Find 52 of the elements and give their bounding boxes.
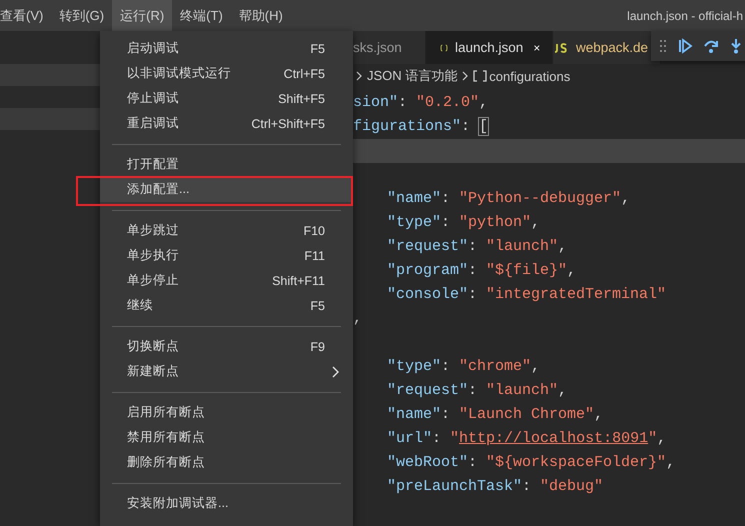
- window-title: launch.json - official-h: [627, 8, 744, 24]
- menu-item[interactable]: 新建断点: [100, 359, 353, 384]
- code-line: ,: [353, 309, 364, 329]
- code-line: figurations": [: [353, 117, 490, 137]
- code-line: "request": "launch",: [386, 237, 568, 257]
- menu-item[interactable]: 停止调试 Shift+F5: [100, 86, 353, 111]
- json-file-icon: [440, 42, 448, 54]
- code-line: "request": "launch",: [386, 381, 568, 401]
- menubar-item[interactable]: 运行(R): [112, 0, 172, 31]
- code-line: "console": "integratedTerminal": [386, 285, 668, 305]
- menu-item[interactable]: 删除所有断点: [100, 450, 353, 475]
- close-icon[interactable]: [534, 42, 540, 52]
- menu-item[interactable]: 禁用所有断点: [100, 425, 353, 450]
- code-line: "program": "${file}",: [386, 261, 578, 281]
- js-file-icon: [553, 42, 569, 54]
- menu-item[interactable]: 单步停止 Shift+F11: [100, 268, 353, 293]
- menu-item[interactable]: 切换断点 F9: [100, 334, 353, 359]
- breadcrumb-item[interactable]: configurations: [489, 68, 570, 84]
- code-line: "name": "Python--debugger",: [386, 189, 632, 209]
- code-line: "webRoot": "${workspaceFolder}",: [386, 453, 676, 473]
- menu-item[interactable]: 添加配置...: [100, 177, 353, 202]
- menu-item[interactable]: 重启调试 Ctrl+Shift+F5: [100, 111, 353, 136]
- editor-tab[interactable]: webpack.de: [553, 31, 662, 64]
- menu-item[interactable]: 单步跳过 F10: [100, 218, 353, 243]
- array-brackets-icon: [473, 70, 488, 82]
- menubar-item[interactable]: 终端(T): [172, 0, 231, 31]
- editor-tab[interactable]: launch.json: [426, 31, 553, 64]
- drag-grip-icon[interactable]: [659, 39, 667, 53]
- menubar-item[interactable]: 帮助(H): [230, 0, 291, 31]
- menubar-item[interactable]: 查看(V): [0, 0, 52, 31]
- chevron-right-icon: [461, 71, 470, 81]
- code-line: "preLaunchTask": "debug": [386, 477, 604, 497]
- breadcrumb-item[interactable]: JSON 语言功能: [367, 67, 458, 85]
- editor-tab[interactable]: sks.json: [353, 31, 426, 64]
- menu-item[interactable]: 启用所有断点: [100, 400, 353, 425]
- code-line: "name": "Launch Chrome",: [386, 405, 604, 425]
- menu-item[interactable]: 单步执行 F11: [100, 243, 353, 268]
- code-line: "type": "python",: [386, 213, 542, 233]
- step-into-icon[interactable]: [729, 38, 743, 54]
- menu-item[interactable]: 以非调试模式运行 Ctrl+F5: [100, 61, 353, 86]
- continue-icon[interactable]: [677, 38, 693, 54]
- url-link[interactable]: http://localhost:8091: [459, 430, 648, 447]
- code-line: "type": "chrome",: [386, 357, 542, 377]
- menu-item[interactable]: 安装附加调试器...: [100, 491, 353, 516]
- menu-item[interactable]: 继续 F5: [100, 293, 353, 318]
- step-over-icon[interactable]: [703, 38, 719, 54]
- code-line: sion": "0.2.0",: [353, 93, 490, 113]
- menu-item[interactable]: 启动调试 F5: [100, 36, 353, 61]
- chevron-right-icon: [355, 71, 363, 81]
- menu-item[interactable]: 打开配置: [100, 152, 353, 177]
- code-line: "url": "http://localhost:8091",: [386, 429, 668, 449]
- menubar-item[interactable]: 转到(G): [51, 0, 112, 31]
